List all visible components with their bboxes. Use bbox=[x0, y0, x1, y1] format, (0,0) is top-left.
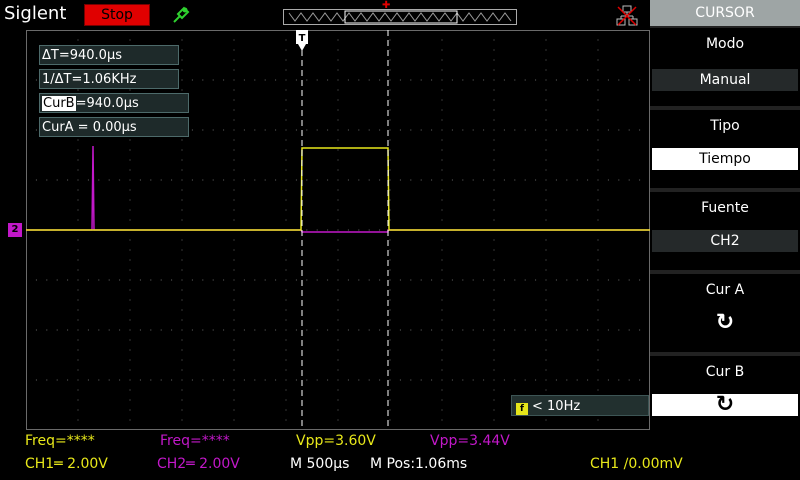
menu-label-fuente: Fuente bbox=[701, 200, 749, 216]
menu-value-tipo[interactable]: Tiempo bbox=[652, 148, 798, 170]
ch2-vpp: Vpp=3.44V bbox=[430, 433, 510, 449]
menu-item-cur-b[interactable]: Cur B ↻ bbox=[650, 356, 800, 430]
trigger-f-icon: f bbox=[516, 403, 528, 415]
menu-label-cur-a: Cur A bbox=[705, 282, 745, 298]
readout-cur-b: CurB=940.0µs bbox=[39, 93, 189, 113]
measurement-bar: Freq=**** Freq=**** Vpp=3.60V Vpp=3.44V … bbox=[0, 430, 800, 480]
menu-label-modo: Modo bbox=[705, 36, 745, 52]
rotate-knob-icon[interactable]: ↻ bbox=[652, 312, 798, 334]
trigger-level: CH1 ∕0.00mV bbox=[590, 456, 683, 472]
menu-label-cur-b: Cur B bbox=[705, 364, 745, 380]
trigger-frequency-text: < 10Hz bbox=[532, 399, 581, 414]
ch2-level-marker[interactable]: 2 bbox=[8, 223, 22, 237]
cur-b-label: CurB bbox=[42, 96, 76, 111]
svg-text:T: T bbox=[299, 33, 306, 44]
ch2-freq: Freq=**** bbox=[160, 433, 230, 449]
menu-item-modo[interactable]: Modo Manual bbox=[650, 28, 800, 106]
ch1-vpp: Vpp=3.60V bbox=[296, 433, 376, 449]
readout-inverse-delta-t: 1/ΔT=1.06KHz bbox=[39, 69, 179, 89]
run-stop-indicator[interactable]: Stop bbox=[84, 4, 150, 26]
brand-logo: Siglent bbox=[4, 3, 67, 24]
memory-timeline-icon bbox=[283, 9, 517, 25]
rotate-knob-icon[interactable]: ↻ bbox=[652, 394, 798, 416]
menu-label-tipo: Tipo bbox=[710, 118, 740, 134]
top-status-bar: Siglent Stop ✚ bbox=[0, 0, 650, 30]
cur-b-value: =940.0µs bbox=[75, 96, 139, 111]
trigger-status-icon bbox=[173, 6, 190, 23]
trigger-time-marker-icon: T bbox=[296, 30, 308, 51]
menu-item-tipo[interactable]: Tipo Tiempo bbox=[650, 110, 800, 188]
readout-cur-a: CurA = 0.00µs bbox=[39, 117, 189, 137]
cursor-menu: CURSOR Modo Manual Tipo Tiempo Fuente CH… bbox=[650, 0, 800, 430]
timebase: M 500µs bbox=[290, 456, 350, 472]
menu-value-modo[interactable]: Manual bbox=[652, 69, 798, 91]
readout-delta-t: ΔT=940.0µs bbox=[39, 45, 179, 65]
ch1-scale: CH1═ 2.00V bbox=[25, 456, 108, 472]
menu-title: CURSOR bbox=[650, 0, 800, 26]
menu-item-fuente[interactable]: Fuente CH2 bbox=[650, 192, 800, 270]
horizontal-position: M Pos:1.06ms bbox=[370, 456, 468, 472]
ch2-scale: CH2═ 2.00V bbox=[157, 456, 240, 472]
ch1-freq: Freq=**** bbox=[25, 433, 95, 449]
network-icon bbox=[616, 5, 638, 26]
trigger-frequency-readout: f < 10Hz bbox=[511, 395, 649, 416]
trigger-position-marker-icon: ✚ bbox=[382, 0, 391, 11]
waveform-display[interactable] bbox=[26, 30, 650, 430]
menu-item-cur-a[interactable]: Cur A ↻ bbox=[650, 274, 800, 352]
menu-value-fuente[interactable]: CH2 bbox=[652, 230, 798, 252]
